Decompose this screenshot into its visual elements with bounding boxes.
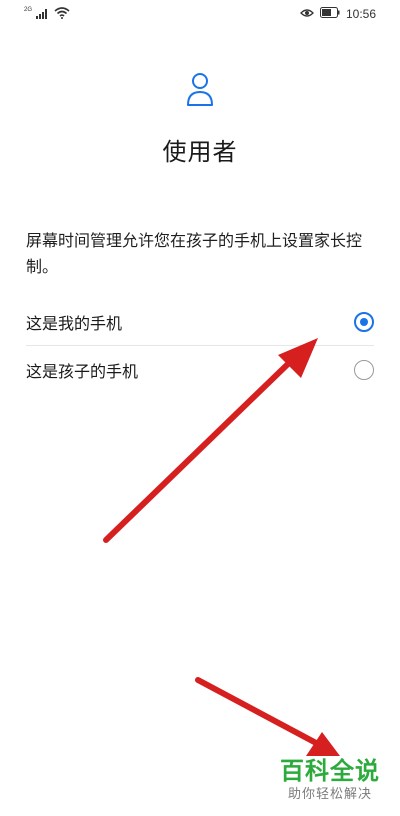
page-title: 使用者 bbox=[162, 138, 238, 166]
radio-button-unchecked[interactable] bbox=[354, 360, 374, 380]
status-left: 2G bbox=[24, 6, 70, 24]
option-list: 这是我的手机 这是孩子的手机 bbox=[0, 298, 400, 394]
option-label: 这是我的手机 bbox=[26, 314, 123, 333]
watermark-logo: 百科全说 助你轻松解决 bbox=[270, 756, 390, 804]
watermark-title: 百科全说 bbox=[280, 757, 380, 785]
annotation-arrow-down bbox=[195, 677, 340, 756]
option-child-phone[interactable]: 这是孩子的手机 bbox=[0, 346, 400, 394]
option-my-phone[interactable]: 这是我的手机 bbox=[0, 298, 400, 346]
status-right: 10:56 bbox=[300, 5, 376, 23]
user-icon bbox=[186, 72, 214, 108]
status-bar: 2G 10:56 bbox=[0, 0, 400, 28]
signal-icon bbox=[36, 6, 50, 24]
network-type: 2G bbox=[24, 7, 33, 13]
status-clock: 10:56 bbox=[345, 7, 376, 21]
radio-button-checked[interactable] bbox=[354, 312, 374, 332]
option-label: 这是孩子的手机 bbox=[26, 362, 139, 381]
annotation-arrows bbox=[103, 338, 340, 756]
description-text: 屏幕时间管理允许您在孩子的手机上设置家长控制。 bbox=[26, 231, 363, 276]
wifi-icon bbox=[54, 6, 70, 24]
battery-icon bbox=[319, 5, 340, 23]
eye-icon bbox=[300, 5, 314, 23]
watermark-subtitle: 助你轻松解决 bbox=[287, 787, 372, 802]
